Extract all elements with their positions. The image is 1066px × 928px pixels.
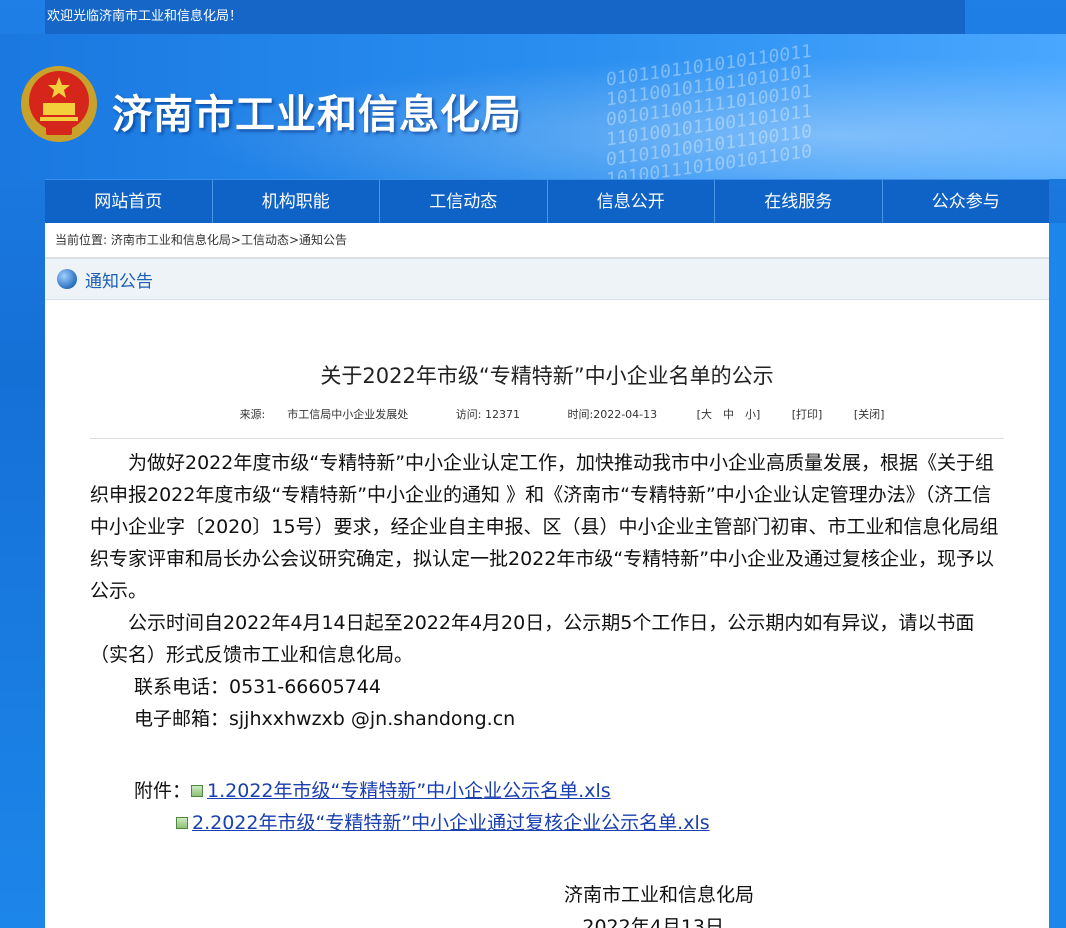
paragraph-1: 为做好2022年度市级“专精特新”中小企业认定工作，加快推动我市中小企业高质量发… <box>90 452 999 602</box>
nav-home[interactable]: 网站首页 <box>45 180 213 224</box>
breadcrumb-home[interactable]: 济南市工业和信息化局 <box>111 233 231 247</box>
font-size-toggle[interactable]: [大 中 小] <box>697 408 761 421</box>
excel-file-icon <box>191 785 204 797</box>
nav-functions[interactable]: 机构职能 <box>213 180 380 224</box>
nav-services[interactable]: 在线服务 <box>715 180 883 224</box>
article-meta: 来源: 市工信局中小企业发展处 访问: 12371 时间:2022-04-13 [… <box>90 406 1004 439</box>
breadcrumb-sep: > <box>230 233 241 247</box>
meta-visits: 访问: 12371 <box>455 408 520 421</box>
binary-decoration: 0101101101010110011 1011001011011010101 … <box>606 40 812 179</box>
nav-participation[interactable]: 公众参与 <box>883 180 1050 224</box>
attachments: 附件： 1.2022年市级“专精特新”中小企业公示名单.xls 2.2022年市… <box>90 775 1004 839</box>
right-gutter <box>1049 223 1066 928</box>
nav-disclosure[interactable]: 信息公开 <box>548 180 715 224</box>
breadcrumb: 当前位置: 济南市工业和信息化局>工信动态>通知公告 <box>45 223 1049 258</box>
site-title: 济南市工业和信息化局 <box>112 92 522 138</box>
attachment-link-1[interactable]: 1.2022年市级“专精特新”中小企业公示名单.xls <box>207 775 611 807</box>
breadcrumb-sep: > <box>288 233 300 247</box>
welcome-bar: 欢迎光临济南市工业和信息化局！ <box>45 0 965 34</box>
paragraph-2: 公示时间自2022年4月14日起至2022年4月20日，公示期5个工作日，公示期… <box>90 612 975 666</box>
signature-block: 济南市工业和信息化局 2022年4月13日 <box>90 879 754 928</box>
article-body: 为做好2022年度市级“专精特新”中小企业认定工作，加快推动我市中小企业高质量发… <box>90 447 1004 928</box>
print-button[interactable]: [打印] <box>792 408 823 421</box>
main-nav: 网站首页 机构职能 工信动态 信息公开 在线服务 公众参与 <box>45 179 1049 224</box>
meta-time: 时间:2022-04-13 <box>567 408 658 421</box>
attachment-link-2[interactable]: 2.2022年市级“专精特新”中小企业通过复核企业公示名单.xls <box>192 807 710 839</box>
close-button[interactable]: [关闭] <box>854 408 885 421</box>
attachment-label: 附件： <box>134 780 192 802</box>
contact-email: 电子邮箱：sjjhxxhwzxb @jn.shandong.cn <box>134 708 516 730</box>
section-title: 通知公告 <box>85 271 153 292</box>
meta-source: 来源: 市工信局中小企业发展处 <box>239 408 409 421</box>
attachment-row: 2.2022年市级“专精特新”中小企业通过复核企业公示名单.xls <box>134 807 1004 839</box>
section-header: 通知公告 <box>45 258 1049 300</box>
attachment-row: 附件： 1.2022年市级“专精特新”中小企业公示名单.xls <box>134 775 1004 807</box>
contact-phone: 联系电话：0531-66605744 <box>134 676 381 698</box>
sign-date: 2022年4月13日 <box>582 916 724 928</box>
article-title: 关于2022年市级“专精特新”中小企业名单的公示 <box>320 364 774 388</box>
nav-news[interactable]: 工信动态 <box>380 180 548 224</box>
globe-icon <box>57 269 77 289</box>
breadcrumb-news[interactable]: 工信动态 <box>241 233 289 247</box>
excel-file-icon <box>176 817 188 829</box>
national-emblem-icon <box>21 66 97 142</box>
breadcrumb-label: 当前位置: <box>55 233 108 247</box>
sign-org: 济南市工业和信息化局 <box>563 884 754 906</box>
breadcrumb-notice[interactable]: 通知公告 <box>299 233 347 247</box>
content-panel: 当前位置: 济南市工业和信息化局>工信动态>通知公告 通知公告 关于2022年市… <box>45 223 1049 928</box>
